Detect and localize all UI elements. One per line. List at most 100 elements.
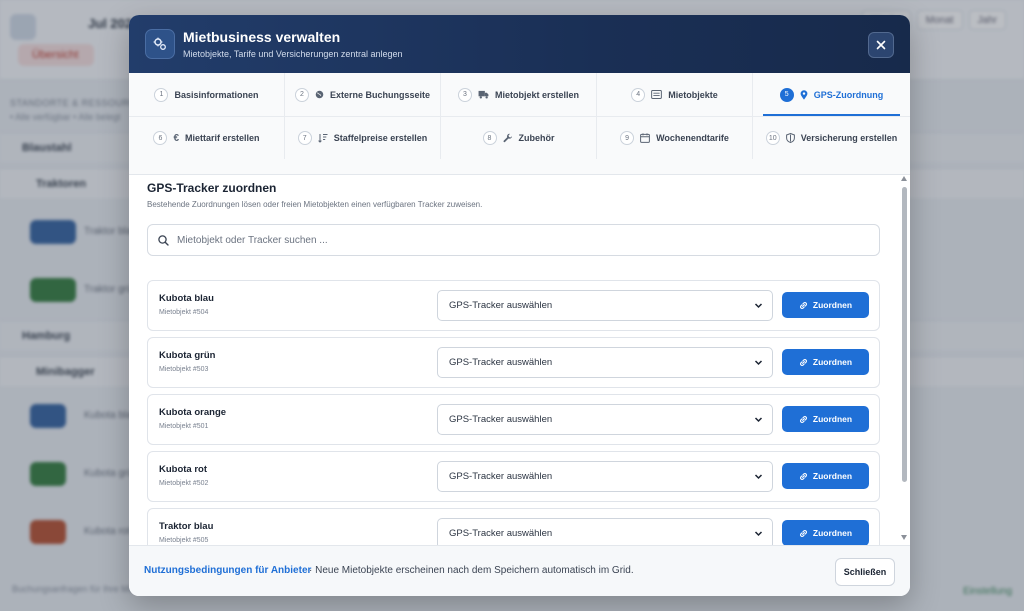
step-staffelpreise-erstellen[interactable]: 7 Staffelpreise erstellen: [285, 116, 441, 159]
step-miettarif-erstellen[interactable]: 6 € Miettarif erstellen: [129, 116, 285, 159]
panel-description: Bestehende Zuordnungen lösen oder freien…: [147, 200, 483, 209]
assign-button[interactable]: Zuordnen: [782, 520, 869, 545]
chevron-down-icon: [754, 303, 763, 309]
close-button[interactable]: [868, 32, 894, 58]
close-icon: [876, 40, 886, 50]
content-scrollbar[interactable]: [900, 175, 908, 545]
panel-title: GPS-Tracker zuordnen: [147, 181, 277, 195]
object-name: Traktor blau: [159, 521, 214, 532]
search-field: [147, 224, 880, 256]
step-label: Mietobjekt erstellen: [494, 89, 580, 100]
map-pin-icon: [800, 89, 808, 100]
scroll-up-arrow-icon[interactable]: [901, 176, 907, 181]
wrench-icon: [503, 133, 513, 143]
terms-link[interactable]: Nutzungsbedingungen für Anbieter: [144, 565, 311, 576]
step-mietobjekte[interactable]: 4 Mietobjekte: [597, 73, 753, 116]
modal-header: Mietbusiness verwalten Mietobjekte, Tari…: [129, 15, 910, 73]
rental-object-row: Kubota orange Mietobjekt #501 GPS-Tracke…: [147, 394, 880, 445]
object-id: Mietobjekt #503: [159, 366, 209, 373]
select-placeholder: GPS-Tracker auswählen: [449, 528, 553, 539]
step-mietobjekt-erstellen[interactable]: 3 Mietobjekt erstellen: [441, 73, 597, 116]
truck-icon: [478, 90, 489, 99]
link-icon: [799, 358, 807, 366]
link-icon: [799, 301, 807, 309]
close-footer-button[interactable]: Schließen: [835, 558, 895, 586]
rental-object-row: Kubota blau Mietobjekt #504 GPS-Tracker …: [147, 280, 880, 331]
object-name: Kubota blau: [159, 293, 214, 304]
shield-icon: [785, 133, 795, 143]
step-zubehoer[interactable]: 8 Zubehör: [441, 116, 597, 159]
chevron-down-icon: [754, 474, 763, 480]
step-label: Wochenendtarife: [656, 133, 729, 143]
step-label: Basisinformationen: [174, 89, 259, 100]
select-placeholder: GPS-Tracker auswählen: [449, 300, 553, 311]
step-number: 10: [765, 131, 780, 145]
gps-tracker-select[interactable]: GPS-Tracker auswählen: [437, 347, 773, 378]
gps-tracker-select[interactable]: GPS-Tracker auswählen: [437, 404, 773, 435]
assign-label: Zuordnen: [812, 300, 853, 310]
assign-button[interactable]: Zuordnen: [782, 463, 869, 489]
gps-assignment-panel: GPS-Tracker zuordnen Bestehende Zuordnun…: [129, 175, 910, 545]
step-label: Miettarif erstellen: [185, 133, 260, 143]
assign-button[interactable]: Zuordnen: [782, 406, 869, 432]
step-number: 5: [779, 87, 794, 102]
scroll-down-arrow-icon[interactable]: [901, 535, 907, 540]
search-input[interactable]: [177, 234, 867, 246]
calendar-icon: [640, 133, 650, 143]
rental-object-row: Kubota grün Mietobjekt #503 GPS-Tracker …: [147, 337, 880, 388]
step-number: 2: [294, 87, 309, 102]
step-label: Staffelpreise erstellen: [333, 133, 428, 143]
object-name: Kubota rot: [159, 464, 208, 475]
assign-label: Zuordnen: [812, 357, 853, 367]
scroll-thumb[interactable]: [902, 187, 907, 482]
select-placeholder: GPS-Tracker auswählen: [449, 357, 553, 368]
step-number: 9: [620, 131, 635, 145]
footer-note: · Neue Mietobjekte erscheinen nach dem S…: [309, 565, 634, 576]
step-number: 4: [631, 87, 646, 102]
wizard-steps: 1 Basisinformationen 2 Externe Buchungss…: [129, 73, 910, 175]
gps-tracker-select[interactable]: GPS-Tracker auswählen: [437, 518, 773, 545]
rental-object-row: Kubota rot Mietobjekt #502 GPS-Tracker a…: [147, 451, 880, 502]
select-placeholder: GPS-Tracker auswählen: [449, 471, 553, 482]
euro-icon: €: [173, 132, 180, 144]
assign-label: Zuordnen: [812, 471, 853, 481]
object-id: Mietobjekt #501: [159, 423, 209, 430]
object-id: Mietobjekt #505: [159, 537, 209, 544]
settings-logo-icon: [145, 29, 175, 59]
modal-footer: Nutzungsbedingungen für Anbieter · Neue …: [129, 545, 910, 596]
globe-icon: [315, 90, 324, 99]
chevron-down-icon: [754, 531, 763, 537]
chevron-down-icon: [754, 417, 763, 423]
modal-title: Mietbusiness verwalten: [183, 29, 341, 45]
gps-tracker-select[interactable]: GPS-Tracker auswählen: [437, 290, 773, 321]
assign-label: Zuordnen: [812, 414, 853, 424]
step-wochenendtarife[interactable]: 9 Wochenendtarife: [597, 116, 753, 159]
assign-button[interactable]: Zuordnen: [782, 349, 869, 375]
step-label: GPS-Zuordnung: [813, 89, 884, 100]
manage-rental-modal: Mietbusiness verwalten Mietobjekte, Tari…: [129, 15, 910, 596]
link-icon: [799, 472, 807, 480]
select-placeholder: GPS-Tracker auswählen: [449, 414, 553, 425]
assign-label: Zuordnen: [812, 528, 853, 538]
modal-subtitle: Mietobjekte, Tarife und Versicherungen z…: [183, 49, 403, 59]
step-label: Externe Buchungsseite: [329, 89, 431, 100]
step-label: Zubehör: [518, 133, 555, 143]
step-versicherung-erstellen[interactable]: 10 Versicherung erstellen: [753, 116, 910, 159]
step-gps-zuordnung[interactable]: 5 GPS-Zuordnung: [753, 73, 910, 116]
list-icon: [651, 90, 663, 99]
gps-tracker-select[interactable]: GPS-Tracker auswählen: [437, 461, 773, 492]
sort-icon: [317, 133, 328, 143]
step-label: Versicherung erstellen: [800, 133, 898, 143]
search-icon: [158, 234, 169, 246]
step-number: 8: [482, 131, 497, 145]
step-number: 6: [153, 131, 168, 145]
step-number: 3: [457, 87, 472, 102]
object-id: Mietobjekt #504: [159, 309, 209, 316]
link-icon: [799, 529, 807, 537]
step-number: 1: [154, 87, 169, 102]
assign-button[interactable]: Zuordnen: [782, 292, 869, 318]
step-externe-buchungsseite[interactable]: 2 Externe Buchungsseite: [285, 73, 441, 116]
step-basisinformationen[interactable]: 1 Basisinformationen: [129, 73, 285, 116]
chevron-down-icon: [754, 360, 763, 366]
step-label: Mietobjekte: [668, 89, 718, 100]
